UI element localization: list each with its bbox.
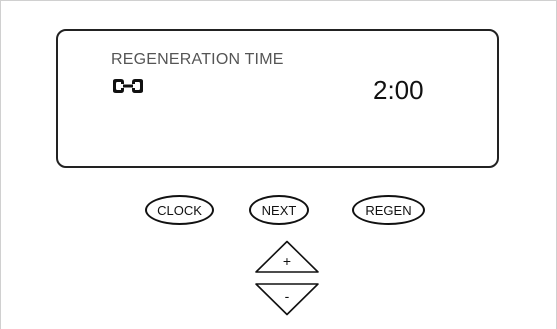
wrench-icon <box>111 78 145 94</box>
next-button[interactable]: NEXT <box>249 195 309 225</box>
plus-button[interactable]: + <box>254 240 320 274</box>
regen-button[interactable]: REGEN <box>352 195 425 225</box>
control-panel: REGENERATION TIME 2:00 CLOCK NEXT REGEN … <box>0 0 557 329</box>
lcd-display: REGENERATION TIME 2:00 <box>56 29 499 168</box>
plus-label: + <box>282 253 292 269</box>
clock-button[interactable]: CLOCK <box>145 195 214 225</box>
minus-label: - <box>284 288 290 304</box>
display-value: 2:00 <box>373 75 424 105</box>
minus-button[interactable]: - <box>254 282 320 316</box>
display-title: REGENERATION TIME <box>111 51 284 68</box>
